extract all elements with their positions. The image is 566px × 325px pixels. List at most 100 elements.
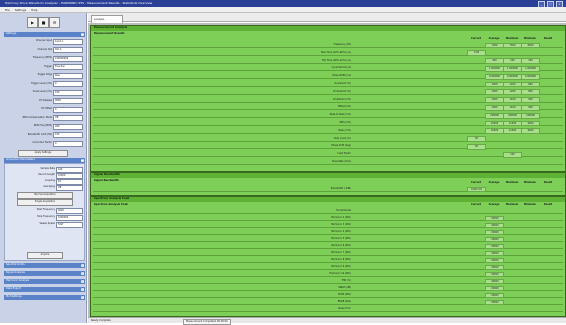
field-input[interactable]: 0000 (53, 98, 83, 104)
field-input[interactable]: 100 (53, 132, 83, 138)
field-input[interactable]: FAST (56, 221, 83, 228)
row-label: Duty Cycle (%) (333, 136, 351, 140)
table-row: SFDR (dBc) -30000 (93, 292, 563, 299)
collapsed-section-header[interactable]: Plot Settings v (4, 295, 85, 300)
field-input[interactable]: 0000 (56, 207, 83, 214)
single-acquisition-button[interactable]: Single Acquisition (17, 199, 73, 206)
collapsed-section-header[interactable]: Data Export v (4, 287, 85, 292)
table-cell: 5.00 (467, 50, 486, 57)
field-row: Channel Input Input A (4, 38, 83, 45)
row-label: Harmonic 2 (dBc) (330, 216, 351, 219)
table-cell (539, 89, 556, 93)
field-input[interactable]: 200 (53, 123, 83, 130)
column-header: Result (543, 37, 553, 40)
field-row: Averaging Off (7, 184, 85, 191)
table-cell: -30000 (485, 236, 504, 243)
field-input[interactable]: 100000000 (53, 55, 83, 62)
field-label: Sweep Speed (39, 222, 55, 225)
field-input[interactable]: Off (53, 115, 83, 121)
field-input[interactable]: 0 (53, 81, 83, 87)
table-cell: 0.000000 (503, 73, 522, 80)
apply-settings-button[interactable]: Apply Settings (18, 150, 68, 157)
column-header: Current (471, 181, 481, 184)
table-cell: 11000 (503, 128, 522, 135)
field-row: Coupling DC (7, 178, 85, 185)
table-cell (539, 160, 556, 164)
play-button[interactable]: ▶ (27, 17, 38, 28)
column-header: Maximum (505, 203, 519, 206)
settings-header[interactable]: Settings ^ (4, 32, 85, 37)
table-cell: 00 (467, 143, 486, 150)
table-cell (521, 50, 538, 54)
table-cell (503, 272, 520, 276)
table-cell (539, 58, 556, 62)
field-input[interactable]: Out A (53, 47, 83, 53)
table-cell (503, 293, 520, 297)
table-cell: 250000 (485, 112, 504, 119)
row-label: Undershoot (%) (332, 89, 351, 93)
field-input[interactable]: 0 (53, 140, 83, 147)
table-cell (521, 209, 538, 213)
title-bar: Harmony Drive Waveform Analyzer - HARMON… (0, 0, 566, 7)
acquire-button[interactable]: Acquire (27, 252, 63, 259)
table-cell (539, 251, 556, 255)
expand-icon[interactable]: v (80, 295, 84, 299)
measurement-section-title: Measurement Analysis (91, 26, 565, 31)
collapse-icon[interactable]: ^ (80, 32, 84, 36)
stop-button[interactable]: ■ (38, 17, 49, 28)
column-header: Average (488, 37, 500, 40)
acquisition-header[interactable]: Acquisition Parameters ^ (4, 158, 85, 163)
table-cell (485, 307, 502, 311)
table-cell (521, 286, 538, 290)
collapsed-section-header[interactable]: Signal Analysis v (4, 271, 85, 276)
row-label: Harmonic 6 (dBc) (330, 244, 351, 247)
table-row: Slew Rate (V/us) (93, 159, 563, 165)
expand-icon[interactable]: v (80, 287, 84, 291)
field-label: CH Offset (41, 107, 52, 110)
table-cell (467, 152, 484, 156)
table-cell: 300 (521, 58, 540, 64)
table-cell (521, 272, 538, 276)
column-header: Result (543, 181, 553, 184)
expand-icon[interactable]: v (80, 271, 84, 275)
table-cell: 6500 (521, 42, 540, 49)
table-row: Harmonic 5 (dBc) -30000 (93, 236, 563, 243)
table-cell (467, 97, 484, 101)
table-cell (521, 279, 538, 283)
expand-icon[interactable]: v (80, 279, 84, 283)
field-input[interactable]: 1000000 (56, 214, 83, 221)
table-cell (539, 216, 556, 220)
table-cell (503, 286, 520, 290)
field-input[interactable]: 100 (53, 89, 83, 96)
row-label: Rise Time (10%-90%) (ns) (321, 50, 351, 54)
table-cell (467, 223, 484, 227)
table-cell (521, 160, 538, 164)
row-label: Offset (mV) (337, 105, 351, 109)
row-label: Frequency (Hz) (333, 43, 351, 46)
field-input[interactable]: 0 (53, 106, 83, 113)
table-cell: 240000 (521, 112, 540, 119)
normal-acquisition-button[interactable]: Normal Acquisition (17, 192, 73, 199)
tab-analysis[interactable]: Analysis (91, 15, 123, 23)
field-input[interactable]: Free Run (53, 64, 83, 70)
table-cell (467, 279, 484, 283)
field-input[interactable]: Rise (53, 72, 83, 79)
expand-icon[interactable]: v (80, 263, 84, 267)
table-cell (503, 209, 520, 213)
field-input[interactable]: Off (56, 184, 83, 191)
table-cell (503, 251, 520, 255)
table-cell (521, 144, 538, 148)
field-label: Averaging (43, 185, 55, 188)
table-row: Bandwidth (-3dB) 1000 kHz (93, 186, 563, 193)
collapsed-section-header[interactable]: Spectral Limits v (4, 263, 85, 268)
collapse-icon[interactable]: ^ (80, 158, 84, 162)
row-label: Cycle Period (ns) (331, 66, 351, 70)
field-input[interactable]: Input A (53, 38, 83, 45)
config-button[interactable]: ⚙ (49, 17, 60, 28)
collapsed-section-header[interactable]: Harmonic Analysis v (4, 279, 85, 284)
column-header: Current (471, 203, 481, 206)
field-label: Stop Frequency (37, 215, 55, 218)
table-cell (539, 74, 556, 78)
field-row: Sweep Speed FAST (7, 221, 85, 228)
table-row: Harmonic 6 (dBc) -30000 (93, 243, 563, 250)
